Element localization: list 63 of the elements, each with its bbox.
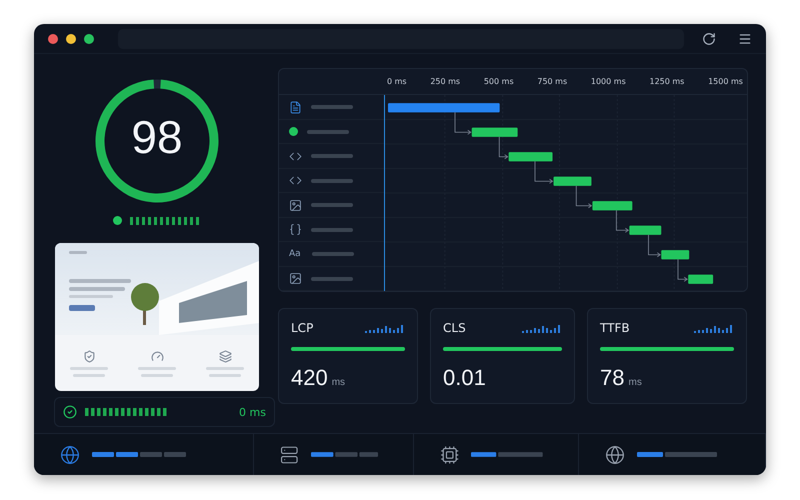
connector-arrow (576, 186, 592, 209)
connector-arrow (498, 136, 508, 160)
globe-icon[interactable] (60, 444, 80, 465)
axis-tick-label: 1000 ms (590, 77, 626, 86)
axis-tick-label: 500 ms (484, 77, 514, 86)
metric-name: CLS (443, 321, 466, 336)
globe-icon[interactable] (605, 444, 625, 465)
resource-name-placeholder (311, 276, 353, 281)
axis-tick-label: 250 ms (430, 77, 460, 86)
window-control-dot[interactable] (48, 34, 58, 44)
braces-icon (289, 223, 302, 236)
timing-bar (554, 177, 592, 186)
connector-arrow (454, 112, 472, 136)
check-circle-icon (63, 405, 77, 420)
resource-name-placeholder (311, 203, 353, 208)
metric-value: 0.01 (443, 365, 486, 392)
timing-bar (508, 152, 553, 162)
connector-arrow (616, 210, 630, 234)
bar-chart-icon (522, 323, 562, 334)
document-icon (289, 100, 302, 114)
axis-tick-label: 1500 ms (708, 77, 743, 86)
timing-bar (592, 202, 632, 211)
reload-icon[interactable] (702, 32, 716, 46)
bar-chart-icon (365, 323, 405, 334)
resource-name-placeholder (311, 105, 353, 110)
axis-tick-label: 750 ms (537, 77, 568, 86)
bar-chart-icon (694, 323, 734, 334)
window-control-dot[interactable] (84, 34, 94, 44)
connector-arrow (534, 161, 554, 184)
resource-name-placeholder (311, 228, 353, 232)
timing-bar (688, 275, 714, 284)
timing-bar (629, 226, 662, 236)
metric-value: 78 (600, 365, 624, 392)
metric-unit: ms (628, 377, 642, 388)
connector-arrow (648, 234, 661, 258)
image-icon (289, 272, 302, 286)
window-control-dot[interactable] (66, 34, 76, 44)
metric-name: LCP (291, 321, 314, 336)
tick-bar-icon (130, 216, 202, 225)
metric-value: 420 (291, 365, 328, 392)
resource-name-placeholder (307, 130, 349, 134)
status-dot-icon (289, 127, 298, 136)
axis-tick-label: 0 ms (387, 77, 407, 86)
metric-name: TTFB (600, 321, 630, 336)
menu-icon[interactable] (738, 32, 752, 46)
status-time: 0 ms (239, 406, 266, 419)
server-icon[interactable] (280, 444, 299, 465)
layers-icon (218, 350, 232, 363)
gauge-icon (150, 350, 164, 363)
connector-arrow (678, 259, 688, 282)
shield-check-icon (82, 350, 96, 363)
performance-score: 98 (130, 110, 184, 164)
resource-name-placeholder (311, 178, 353, 183)
resource-name-placeholder (312, 252, 354, 256)
timing-bar (472, 128, 518, 138)
chip-icon[interactable] (440, 444, 460, 465)
axis-tick-label: 1250 ms (649, 77, 684, 86)
timing-bar (661, 250, 690, 260)
metric-unit: ms (332, 377, 346, 388)
image-icon (289, 198, 302, 212)
status-dot-icon (112, 216, 122, 226)
resource-name-placeholder (311, 154, 353, 158)
font-label: Aa (289, 249, 302, 260)
